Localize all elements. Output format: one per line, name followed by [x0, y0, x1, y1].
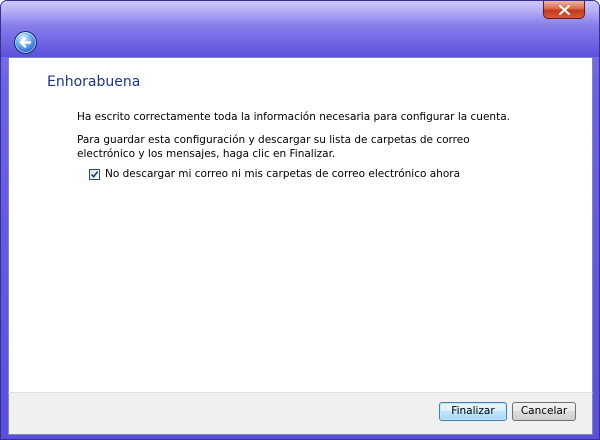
- close-button[interactable]: [543, 1, 585, 19]
- checkmark-icon: [90, 170, 99, 178]
- dont-download-label[interactable]: No descargar mi correo ni mis carpetas d…: [105, 168, 460, 180]
- close-icon: [559, 5, 570, 15]
- instructions-text: Para guardar esta configuración y descar…: [77, 134, 470, 160]
- title-bar: [1, 1, 599, 57]
- dont-download-checkbox[interactable]: [89, 168, 100, 180]
- wizard-window: Enhorabuena Ha escrito correctamente tod…: [0, 0, 600, 440]
- button-bar: Finalizar Cancelar: [8, 392, 593, 435]
- page-title: Enhorabuena: [47, 74, 141, 90]
- dont-download-option[interactable]: No descargar mi correo ni mis carpetas d…: [89, 167, 460, 181]
- success-message: Ha escrito correctamente toda la informa…: [77, 111, 510, 123]
- finish-button[interactable]: Finalizar: [439, 402, 507, 421]
- back-button[interactable]: [14, 31, 37, 54]
- back-arrow-icon: [19, 37, 32, 48]
- cancel-button[interactable]: Cancelar: [512, 402, 576, 421]
- wizard-content: Enhorabuena Ha escrito correctamente tod…: [8, 57, 593, 392]
